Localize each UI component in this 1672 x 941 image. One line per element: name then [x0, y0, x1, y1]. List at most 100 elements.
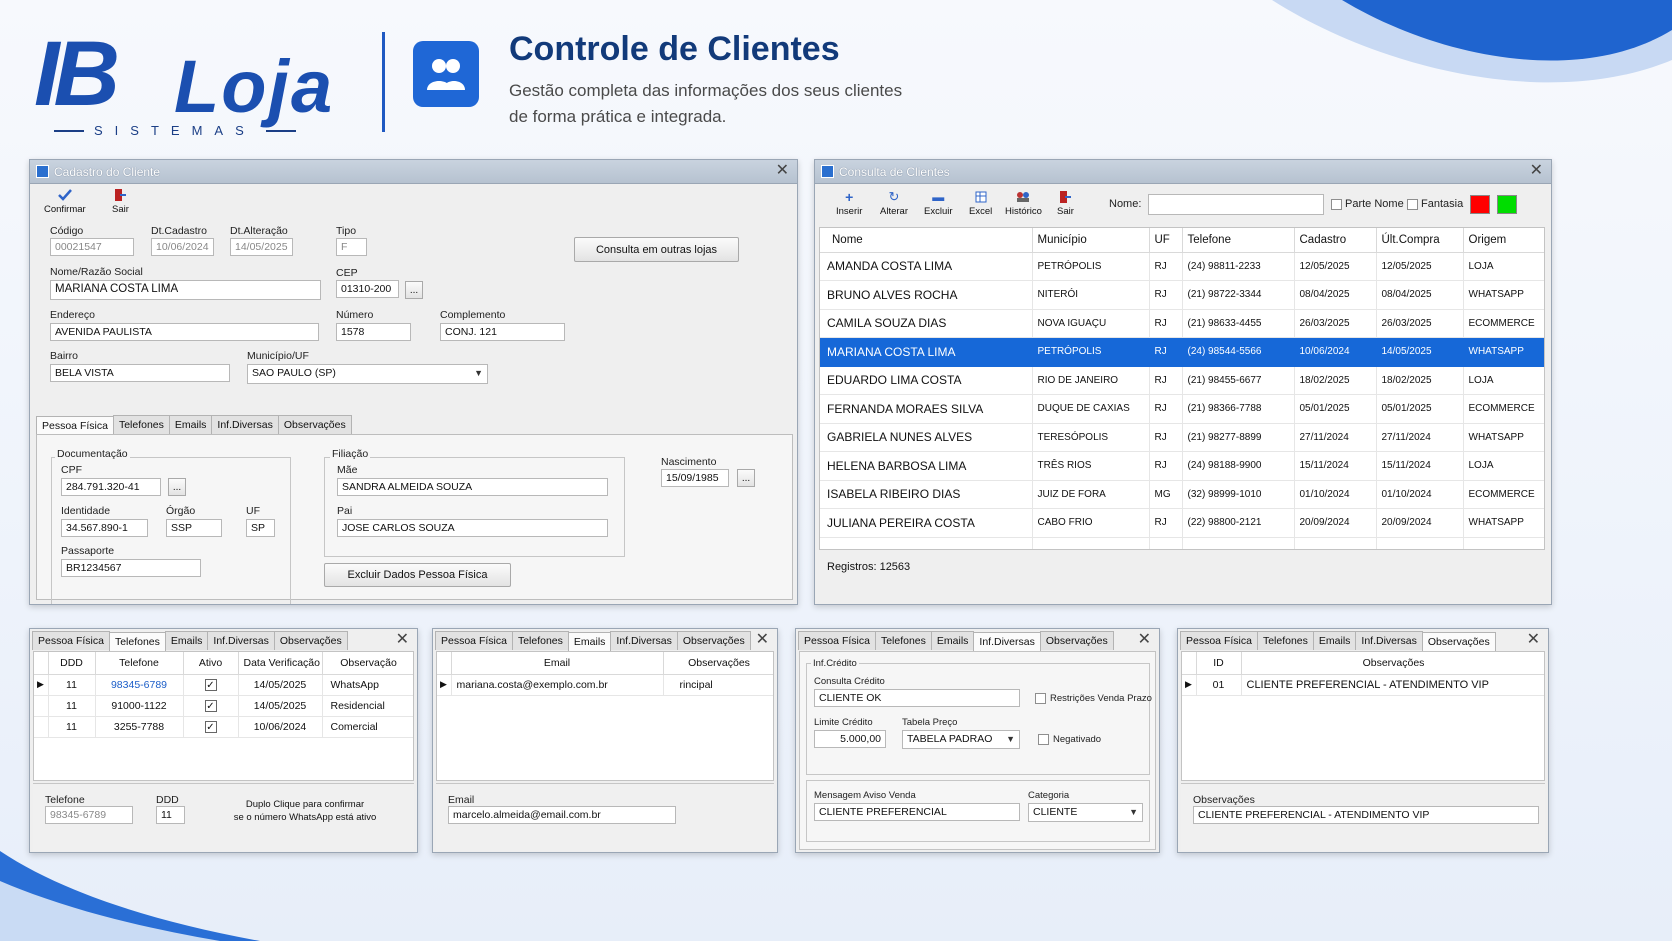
- tab-observacoes[interactable]: Observações: [1039, 631, 1114, 650]
- tab-pessoa-fisica[interactable]: Pessoa Física: [435, 631, 513, 650]
- table-row[interactable]: JULIANA PEREIRA COSTA CABO FRIO RJ (22) 988…: [820, 508, 1544, 538]
- table-row[interactable]: BRUNO ALVES ROCHA NITERÓI RJ (21) 98722-334…: [820, 280, 1544, 310]
- col-origem[interactable]: Origem: [1463, 228, 1544, 253]
- ativo-checkbox[interactable]: ✓: [204, 720, 217, 733]
- table-row[interactable]: 11 3255-7788 ✓ 10/06/2024 Comercial: [34, 716, 413, 738]
- excluir-button[interactable]: ▬ Excluir: [924, 190, 953, 217]
- tab-inf-diversas[interactable]: Inf.Diversas: [973, 632, 1041, 651]
- table-row[interactable]: AMANDA COSTA LIMA PETRÓPOLIS RJ (24) 98811-…: [820, 252, 1544, 281]
- red-color-filter[interactable]: [1470, 195, 1490, 214]
- close-icon[interactable]: ✕: [396, 632, 409, 648]
- email-field[interactable]: marcelo.almeida@email.com.br: [448, 806, 676, 824]
- parte-nome-checkbox[interactable]: [1331, 199, 1342, 210]
- fantasia-checkbox[interactable]: [1407, 199, 1418, 210]
- close-icon[interactable]: ✕: [1138, 632, 1151, 648]
- tab-pessoa-fisica[interactable]: Pessoa Física: [36, 416, 114, 435]
- cep-field[interactable]: 01310-200: [336, 280, 399, 298]
- tab-telefones[interactable]: Telefones: [108, 632, 166, 651]
- nascimento-field[interactable]: 15/09/1985: [661, 469, 729, 487]
- tab-telefones[interactable]: Telefones: [874, 631, 932, 650]
- tab-inf-diversas[interactable]: Inf.Diversas: [207, 631, 275, 650]
- negativado-checkbox[interactable]: [1038, 734, 1049, 745]
- endereco-field[interactable]: AVENIDA PAULISTA: [50, 323, 319, 341]
- ativo-checkbox[interactable]: ✓: [204, 678, 217, 691]
- municipio-select[interactable]: SAO PAULO (SP) ▼: [247, 364, 488, 384]
- codigo-field[interactable]: 00021547: [50, 238, 134, 256]
- tab-emails[interactable]: Emails: [168, 415, 213, 434]
- tab-emails[interactable]: Emails: [1312, 631, 1357, 650]
- table-row[interactable]: 11 91000-1122 ✓ 14/05/2025 Residencial: [34, 695, 413, 717]
- table-row[interactable]: MARIANA COSTA LIMA PETRÓPOLIS RJ (24) 98544…: [820, 337, 1544, 367]
- col-ult-compra[interactable]: Últ.Compra: [1376, 228, 1464, 253]
- table-row[interactable]: EDUARDO LIMA COSTA RIO DE JANEIRO RJ (21) 9…: [820, 366, 1544, 395]
- pai-field[interactable]: JOSE CARLOS SOUZA: [337, 519, 608, 537]
- dt-alteracao-field[interactable]: 14/05/2025: [230, 238, 293, 256]
- col-id[interactable]: ID: [1196, 652, 1242, 675]
- tab-observacoes[interactable]: Observações: [676, 631, 751, 650]
- col-ativo[interactable]: Ativo: [183, 652, 239, 675]
- tab-pessoa-fisica[interactable]: Pessoa Física: [798, 631, 876, 650]
- col-observacoes[interactable]: Observações: [663, 652, 773, 675]
- tab-pessoa-fisica[interactable]: Pessoa Física: [32, 631, 110, 650]
- mae-field[interactable]: SANDRA ALMEIDA SOUZA: [337, 478, 608, 496]
- uf-field[interactable]: SP: [246, 519, 275, 537]
- table-row[interactable]: ▶ 01 CLIENTE PREFERENCIAL - ATENDIMENTO VI…: [1182, 674, 1544, 696]
- passaporte-field[interactable]: BR1234567: [61, 559, 201, 577]
- tabela-preco-select[interactable]: TABELA PADRAO ▼: [902, 730, 1020, 749]
- col-municipio[interactable]: Município: [1032, 228, 1150, 253]
- tab-telefones[interactable]: Telefones: [511, 631, 569, 650]
- col-email[interactable]: Email: [451, 652, 664, 675]
- limite-credito-field[interactable]: 5.000,00: [814, 730, 886, 748]
- cpf-search-button[interactable]: ...: [168, 478, 186, 496]
- tab-telefones[interactable]: Telefones: [1256, 631, 1314, 650]
- tab-pessoa-fisica[interactable]: Pessoa Física: [1180, 631, 1258, 650]
- col-observacoes[interactable]: Observações: [1241, 652, 1544, 675]
- tab-telefones[interactable]: Telefones: [112, 415, 170, 434]
- bairro-field[interactable]: BELA VISTA: [50, 364, 230, 382]
- tab-inf-diversas[interactable]: Inf.Diversas: [1355, 631, 1423, 650]
- close-icon[interactable]: ✕: [776, 163, 789, 179]
- close-icon[interactable]: ✕: [1530, 163, 1543, 179]
- consulta-outras-lojas-button[interactable]: Consulta em outras lojas: [574, 237, 739, 262]
- nascimento-calendar-button[interactable]: ...: [737, 469, 755, 487]
- tab-emails[interactable]: Emails: [930, 631, 975, 650]
- confirmar-button[interactable]: Confirmar: [44, 188, 86, 215]
- col-uf[interactable]: UF: [1149, 228, 1183, 253]
- col-telefone[interactable]: Telefone: [95, 652, 184, 675]
- inserir-button[interactable]: + Inserir: [836, 189, 862, 217]
- cpf-field[interactable]: 284.791.320-41: [61, 478, 161, 496]
- numero-field[interactable]: 1578: [336, 323, 411, 341]
- tipo-field[interactable]: F: [336, 238, 367, 256]
- close-icon[interactable]: ✕: [756, 632, 769, 648]
- green-color-filter[interactable]: [1497, 195, 1517, 214]
- tab-inf-diversas[interactable]: Inf.Diversas: [211, 415, 279, 434]
- identidade-field[interactable]: 34.567.890-1: [61, 519, 148, 537]
- historico-button[interactable]: Histórico: [1005, 190, 1042, 217]
- orgao-field[interactable]: SSP: [166, 519, 222, 537]
- table-row[interactable]: GABRIELA NUNES ALVES TERESÓPOLIS RJ (21) 98…: [820, 423, 1544, 452]
- consulta-credito-field[interactable]: CLIENTE OK: [814, 689, 1020, 707]
- col-ddd[interactable]: DDD: [48, 652, 96, 675]
- sair-button[interactable]: Sair: [112, 188, 129, 215]
- col-nome[interactable]: Nome: [820, 228, 1033, 253]
- close-icon[interactable]: ✕: [1527, 632, 1540, 648]
- restricoes-checkbox[interactable]: [1035, 693, 1046, 704]
- table-row[interactable]: ▶ 11 98345-6789 ✓ 14/05/2025 WhatsApp: [34, 674, 413, 696]
- table-row[interactable]: CAMILA SOUZA DIAS NOVA IGUAÇU RJ (21) 98633…: [820, 309, 1544, 338]
- table-row[interactable]: HELENA BARBOSA LIMA TRÊS RIOS RJ (24) 98188…: [820, 451, 1544, 481]
- dt-cadastro-field[interactable]: 10/06/2024: [151, 238, 214, 256]
- excel-button[interactable]: Excel: [969, 190, 992, 217]
- table-row[interactable]: FERNANDA MORAES SILVA DUQUE DE CAXIAS RJ (2…: [820, 394, 1544, 424]
- col-observacao[interactable]: Observação: [322, 652, 413, 675]
- complemento-field[interactable]: CONJ. 121: [440, 323, 565, 341]
- ddd-field[interactable]: 11: [156, 806, 185, 824]
- excluir-pessoa-fisica-button[interactable]: Excluir Dados Pessoa Física: [324, 563, 511, 587]
- cep-search-button[interactable]: ...: [405, 281, 423, 299]
- tab-observacoes[interactable]: Observações: [277, 415, 352, 434]
- tab-observacoes[interactable]: Observações: [273, 631, 348, 650]
- col-cadastro[interactable]: Cadastro: [1294, 228, 1377, 253]
- observacoes-field[interactable]: CLIENTE PREFERENCIAL - ATENDIMENTO VIP: [1193, 806, 1539, 824]
- alterar-button[interactable]: ↻ Alterar: [880, 189, 908, 217]
- tab-observacoes[interactable]: Observações: [1421, 632, 1496, 651]
- col-telefone[interactable]: Telefone: [1182, 228, 1295, 253]
